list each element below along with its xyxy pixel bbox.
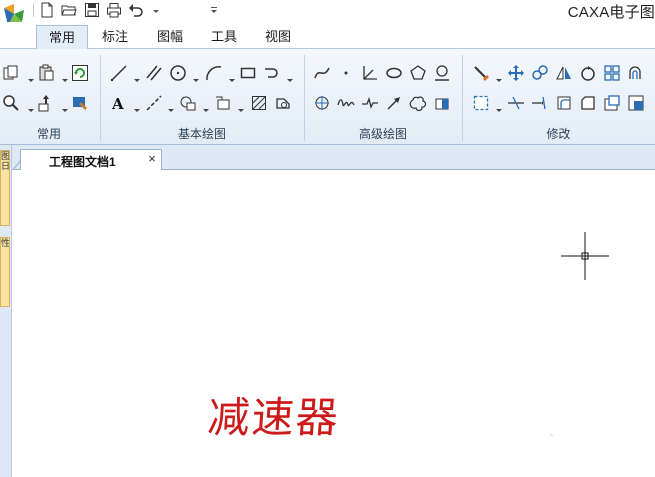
boundary-icon[interactable] bbox=[274, 94, 294, 114]
crosshair-cursor-icon bbox=[561, 232, 609, 280]
insert-image-dropdown-icon[interactable] bbox=[238, 101, 244, 112]
arc-dropdown-icon[interactable] bbox=[229, 71, 235, 82]
paste-icon[interactable] bbox=[37, 64, 57, 84]
save-icon[interactable] bbox=[84, 2, 102, 18]
customize-dropdown-icon[interactable] bbox=[206, 2, 217, 18]
spline-icon[interactable] bbox=[313, 64, 333, 84]
insert-image-icon[interactable] bbox=[214, 94, 234, 114]
polyline-icon[interactable] bbox=[263, 64, 283, 84]
cloud-line-icon[interactable] bbox=[409, 94, 429, 114]
trim-box-icon[interactable] bbox=[472, 94, 492, 114]
ribbon-panel: 常用 A 基本绘图 高级绘图 修改 bbox=[0, 49, 655, 145]
canvas-artifact bbox=[550, 434, 553, 436]
text-icon[interactable]: A bbox=[110, 94, 130, 114]
offset-icon[interactable] bbox=[627, 64, 647, 84]
center-mark-icon[interactable] bbox=[313, 94, 333, 114]
circle-icon[interactable] bbox=[169, 64, 189, 84]
document-tab-bar: 工程图文档1 × bbox=[12, 145, 655, 171]
centerline-icon[interactable] bbox=[145, 94, 165, 114]
array-icon[interactable] bbox=[603, 64, 623, 84]
quick-access-separator bbox=[33, 3, 34, 17]
mirror-icon[interactable] bbox=[555, 64, 575, 84]
tab-common[interactable]: 常用 bbox=[36, 25, 88, 50]
solid-fill-icon[interactable] bbox=[433, 94, 453, 114]
angle-line-icon[interactable] bbox=[361, 64, 381, 84]
pan-icon[interactable] bbox=[37, 94, 57, 114]
block-dropdown-icon[interactable] bbox=[203, 101, 209, 112]
document-tab-label: 工程图文档1 bbox=[49, 155, 116, 169]
group-label-basic-drawing: 基本绘图 bbox=[177, 127, 226, 141]
chamfer-icon[interactable] bbox=[579, 94, 599, 114]
move-icon[interactable] bbox=[507, 64, 527, 84]
wave-line-icon[interactable] bbox=[337, 94, 357, 114]
donut-icon[interactable] bbox=[433, 64, 453, 84]
pan-dropdown-icon[interactable] bbox=[62, 101, 68, 112]
drawing-text-entity[interactable]: 减速器 bbox=[206, 384, 342, 445]
match-properties-icon[interactable] bbox=[71, 94, 91, 114]
copy-icon[interactable] bbox=[2, 64, 22, 84]
explode-icon[interactable] bbox=[627, 94, 647, 114]
hatch-icon[interactable] bbox=[250, 94, 270, 114]
open-folder-icon[interactable] bbox=[61, 2, 79, 18]
undo-dropdown-icon[interactable] bbox=[148, 2, 159, 18]
tab-tools[interactable]: 工具 bbox=[200, 25, 248, 49]
group-label-advanced-drawing: 高级绘图 bbox=[358, 127, 407, 141]
line-icon[interactable] bbox=[110, 64, 130, 84]
print-icon[interactable] bbox=[106, 2, 124, 18]
parallel-line-icon[interactable] bbox=[145, 64, 165, 84]
rectangle-icon[interactable] bbox=[239, 64, 259, 84]
application-window: { "app": { "title": "CAXA电子图" }, "quick_… bbox=[0, 0, 655, 477]
title-bar: CAXA电子图 bbox=[0, 0, 655, 26]
copy-select-icon[interactable] bbox=[531, 64, 551, 84]
delete-dropdown-icon[interactable] bbox=[496, 71, 502, 82]
arc-icon[interactable] bbox=[205, 64, 225, 84]
side-panel-tab-drawing[interactable]: 图日 bbox=[0, 150, 10, 226]
group-label-modify: 修改 bbox=[546, 127, 571, 141]
ellipse-icon[interactable] bbox=[385, 64, 405, 84]
trim-box-dropdown-icon[interactable] bbox=[496, 101, 502, 112]
side-panel-tab-label: 图日 bbox=[1, 151, 10, 171]
block-icon[interactable] bbox=[179, 94, 199, 114]
left-dock-strip: 图日 性 bbox=[0, 145, 12, 477]
app-title: CAXA电子图 bbox=[567, 4, 655, 21]
group-label-common: 常用 bbox=[36, 127, 61, 141]
circle-dropdown-icon[interactable] bbox=[193, 71, 199, 82]
text-dropdown-icon[interactable] bbox=[134, 101, 140, 112]
svg-text:A: A bbox=[111, 95, 124, 112]
trim-icon[interactable] bbox=[507, 94, 527, 114]
zoom-icon[interactable] bbox=[2, 94, 22, 114]
zoom-dropdown-icon[interactable] bbox=[28, 101, 34, 112]
break-line-icon[interactable] bbox=[361, 94, 381, 114]
refresh-icon[interactable] bbox=[71, 64, 91, 84]
ribbon-tab-row: 常用 标注 图幅 工具 视图 bbox=[0, 22, 655, 50]
arrow-icon[interactable] bbox=[385, 94, 405, 114]
undo-icon[interactable] bbox=[128, 2, 146, 18]
paste-dropdown-icon[interactable] bbox=[62, 71, 68, 82]
scale-icon[interactable] bbox=[603, 94, 623, 114]
line-dropdown-icon[interactable] bbox=[134, 71, 140, 82]
tab-sheet[interactable]: 图幅 bbox=[146, 25, 194, 49]
close-icon[interactable]: × bbox=[145, 152, 159, 166]
point-icon[interactable] bbox=[337, 64, 357, 84]
tab-view[interactable]: 视图 bbox=[254, 25, 302, 49]
drawing-canvas[interactable]: 减速器 bbox=[12, 170, 655, 477]
polygon-icon[interactable] bbox=[409, 64, 429, 84]
centerline-dropdown-icon[interactable] bbox=[168, 101, 174, 112]
copy-dropdown-icon[interactable] bbox=[28, 71, 34, 82]
fillet-icon[interactable] bbox=[555, 94, 575, 114]
delete-icon[interactable] bbox=[472, 64, 492, 84]
document-tab[interactable]: 工程图文档1 × bbox=[20, 149, 162, 171]
extend-icon[interactable] bbox=[531, 94, 551, 114]
tab-annotate[interactable]: 标注 bbox=[92, 25, 138, 49]
side-panel-tab-properties[interactable]: 性 bbox=[0, 237, 10, 307]
rotate-icon[interactable] bbox=[579, 64, 599, 84]
polyline-dropdown-icon[interactable] bbox=[287, 71, 293, 82]
new-file-icon[interactable] bbox=[39, 2, 57, 18]
side-panel-tab-label: 性 bbox=[1, 238, 10, 248]
